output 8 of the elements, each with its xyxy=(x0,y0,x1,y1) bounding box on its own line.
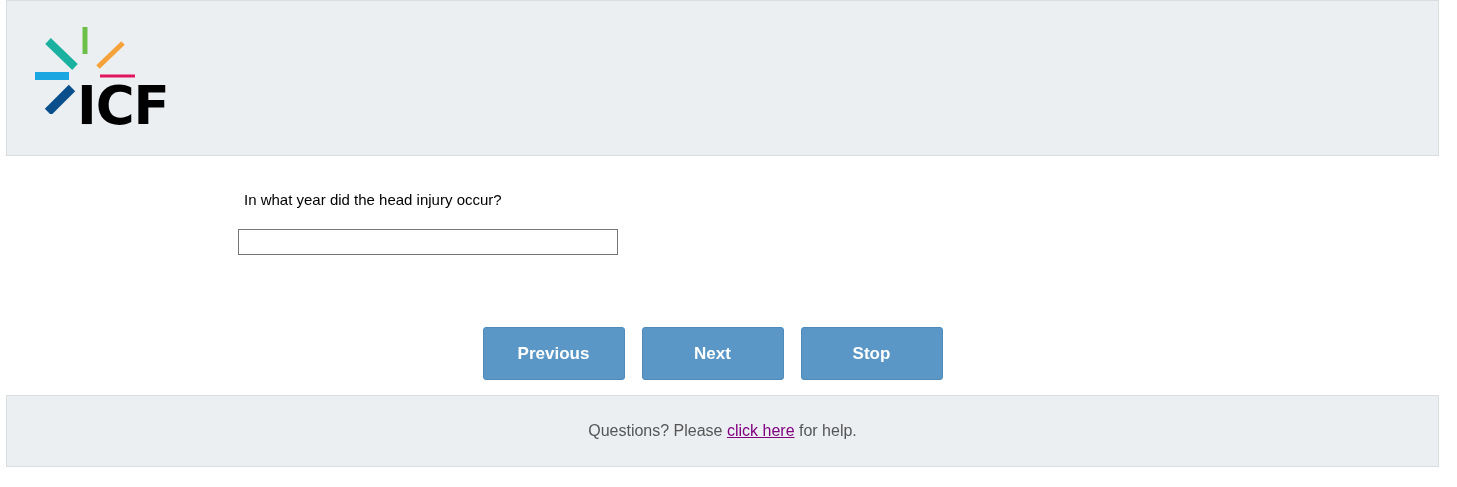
nav-button[interactable]: Stop xyxy=(800,327,943,380)
answer-field[interactable] xyxy=(238,229,618,255)
help-text: Questions? Please click here for help. xyxy=(588,422,857,440)
logo-text: ICF xyxy=(77,81,169,131)
help-link[interactable]: click here xyxy=(726,422,795,439)
nav-button[interactable]: Previous xyxy=(482,327,625,380)
nav-button[interactable]: Next xyxy=(641,327,784,380)
question-label: In what year did the head injury occur? xyxy=(244,191,503,209)
